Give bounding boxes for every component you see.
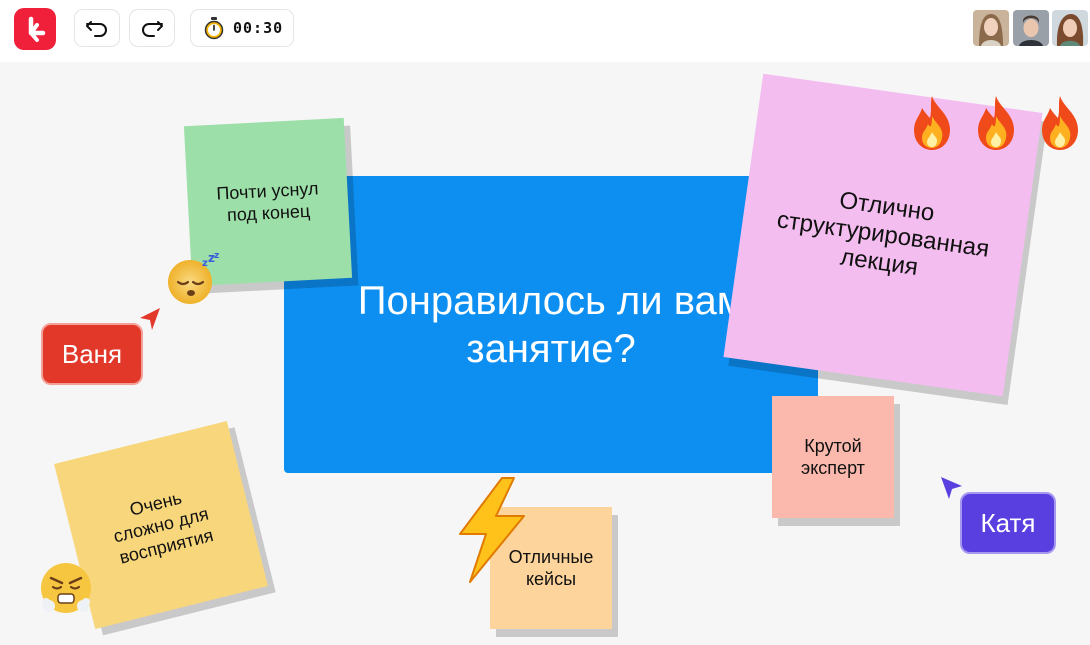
timer-value: 00:30 [233,19,284,37]
participant-avatar[interactable] [973,10,1009,46]
fire-icon [914,96,950,150]
avatar-photo [973,10,1009,46]
redo-button[interactable] [129,9,175,47]
avatar-photo [1052,10,1088,46]
logo-icon [28,16,46,42]
note-text: Отлично структурированная лекция [775,186,991,282]
app-logo[interactable] [14,8,56,50]
note-text: Почти уснул под конец [215,178,319,226]
undo-icon [86,21,107,37]
user-name: Ваня [61,338,123,369]
svg-text:z: z [214,252,219,261]
stopwatch-icon [204,17,224,40]
user-name: Катя [980,507,1036,538]
note-text: Очень сложно для восприятия [111,487,216,568]
participant-avatar[interactable] [1013,10,1049,46]
undo-button[interactable] [74,9,120,47]
timer-button[interactable]: 00:30 [190,9,294,47]
user-tag-vanya: Ваня [41,323,143,385]
fire-icon [978,96,1014,150]
sleeping-face-icon: z z z [168,252,219,304]
fire-icon [1042,96,1078,150]
sticky-note-cool-expert[interactable]: Крутой эксперт [772,396,894,518]
angry-face-icon [41,563,91,613]
avatar-photo [1013,10,1049,46]
user-tag-katya: Катя [960,492,1056,554]
top-toolbar: 00:30 [0,0,1090,62]
lightning-icon [459,477,525,583]
redo-icon [142,21,163,37]
question-text: Понравилось ли вам занятие? [357,278,745,371]
note-text: Крутой эксперт [801,436,865,478]
participant-avatar[interactable] [1052,10,1088,46]
